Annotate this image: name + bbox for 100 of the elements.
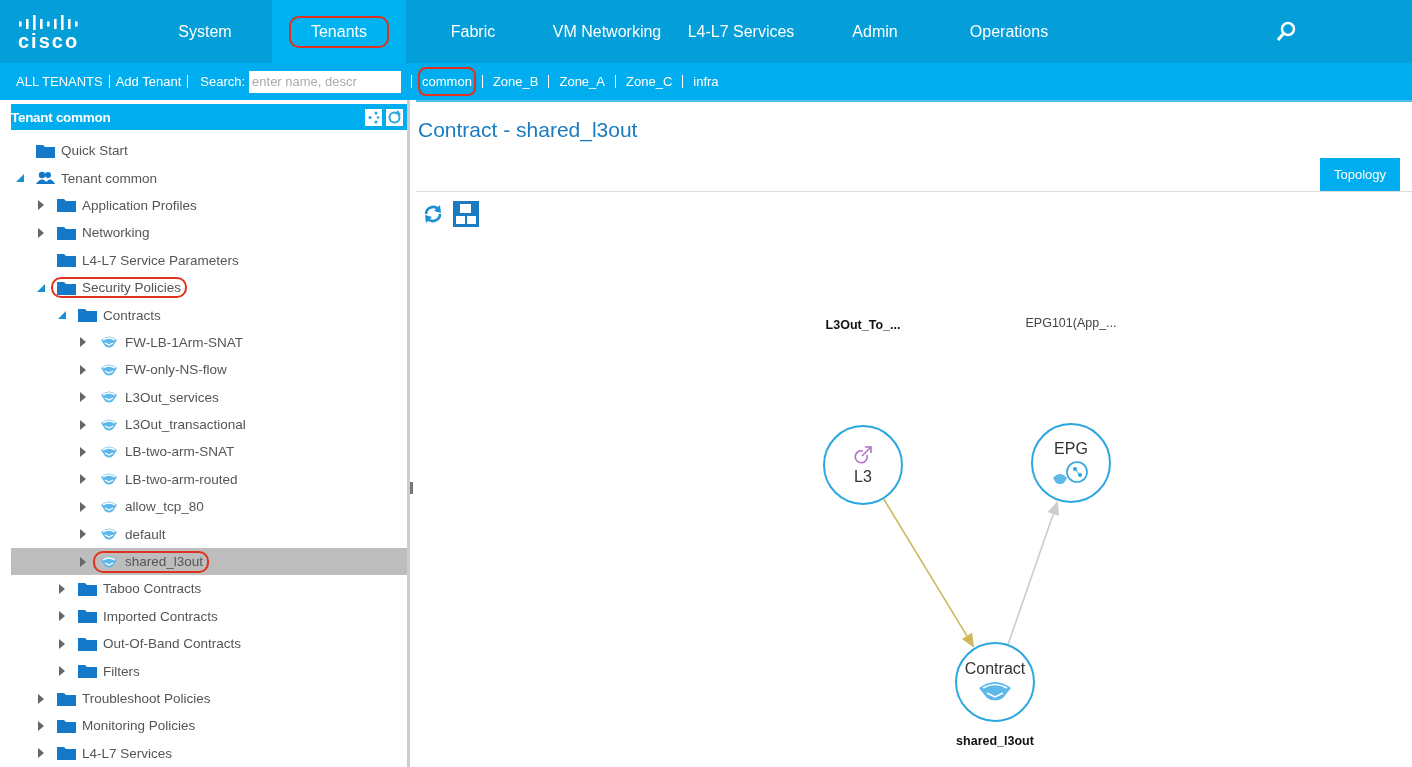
page-title: Contract - shared_l3out [417, 117, 639, 142]
expanded-arrow-icon[interactable] [57, 310, 67, 321]
expanded-arrow-icon[interactable] [15, 173, 25, 184]
tree-label: Imported Contracts [103, 608, 218, 624]
folder-icon [78, 308, 97, 323]
collapsed-arrow-icon[interactable] [36, 693, 46, 704]
tree-row[interactable]: L3Out_transactional [11, 410, 407, 439]
tree-label: Troubleshoot Policies [82, 691, 211, 706]
node-caption: L3Out_To_... [825, 318, 901, 332]
tree-label: FW-LB-1Arm-SNAT [125, 334, 243, 350]
folder-icon [57, 691, 76, 706]
tree-row[interactable]: Tenant common [11, 164, 407, 192]
tree-row[interactable]: Quick Start [11, 137, 407, 165]
external-link-icon [852, 444, 874, 466]
tree-row[interactable]: L4-L7 Service Parameters [11, 246, 407, 274]
tree-label: Quick Start [61, 143, 128, 159]
tree-label: L4-L7 Services [82, 745, 173, 761]
collapsed-arrow-icon[interactable] [78, 447, 88, 457]
tree-label: shared_l3out [125, 554, 204, 570]
tree-label: allow_tcp_80 [125, 499, 204, 515]
topology-node[interactable]: Contract [955, 642, 1035, 722]
tree-label: Contracts [103, 307, 161, 323]
tree-row[interactable]: default [11, 520, 407, 548]
search-field[interactable]: enter name, descr [249, 70, 402, 93]
collapsed-arrow-icon[interactable] [36, 200, 46, 211]
logo-text: cisco [18, 31, 81, 51]
collapsed-arrow-icon[interactable] [78, 419, 88, 430]
tree-label: Security Policies [82, 280, 182, 296]
collapsed-arrow-icon[interactable] [78, 556, 88, 567]
tree-row[interactable]: Application Profiles [11, 191, 407, 220]
collapsed-arrow-icon[interactable] [78, 337, 88, 348]
refresh-icon[interactable] [386, 108, 403, 126]
tree-label: default [125, 526, 166, 542]
search-icon[interactable] [1275, 20, 1297, 43]
tree-label: FW-only-NS-flow [125, 362, 227, 378]
tree-row[interactable]: allow_tcp_80 [11, 493, 407, 521]
layout-icon[interactable] [452, 200, 480, 228]
tree-label: Tenant common [61, 170, 158, 186]
tree-row[interactable]: FW-LB-1Arm-SNAT [11, 328, 407, 357]
folder-icon [57, 280, 76, 295]
topology-node[interactable]: L3 [823, 425, 903, 505]
node-caption: shared_l3out [956, 734, 1034, 748]
collapsed-arrow-icon[interactable] [57, 638, 67, 649]
collapsed-arrow-icon[interactable] [78, 364, 88, 375]
collapsed-arrow-icon[interactable] [78, 529, 88, 540]
tree-row[interactable]: Imported Contracts [11, 602, 407, 631]
folder-icon [57, 746, 76, 761]
tree-row[interactable]: Security Policies [11, 273, 407, 302]
collapsed-arrow-icon[interactable] [78, 392, 88, 403]
tree-row[interactable]: Networking [11, 219, 407, 247]
panel-title: Tenant common [11, 109, 111, 125]
tree-label: LB-two-arm-SNAT [125, 444, 235, 460]
tree-label: Out-Of-Band Contracts [103, 636, 242, 652]
folder-icon [78, 664, 97, 679]
tree-row[interactable]: Troubleshoot Policies [11, 684, 407, 713]
node-label: Contract [964, 660, 1026, 678]
people-icon [36, 171, 55, 186]
tree-row[interactable]: L4-L7 Services [11, 739, 407, 767]
collapsed-arrow-icon[interactable] [57, 666, 67, 677]
tree-label: L3Out_transactional [125, 417, 246, 433]
collapsed-arrow-icon[interactable] [78, 474, 88, 485]
collapsed-arrow-icon[interactable] [57, 611, 67, 622]
tree-row[interactable]: Contracts [11, 301, 407, 329]
tree-row[interactable]: FW-only-NS-flow [11, 356, 407, 384]
collapsed-arrow-icon[interactable] [36, 748, 46, 759]
tree-row[interactable]: Taboo Contracts [11, 575, 407, 603]
tree-label: LB-two-arm-routed [125, 471, 238, 487]
folder-icon [57, 718, 76, 733]
folder-icon [78, 609, 97, 624]
tree-row[interactable]: shared_l3out [11, 547, 407, 576]
search-label: Search: [200, 74, 246, 89]
tree-row[interactable]: LB-two-arm-routed [11, 465, 407, 494]
epg-icon [1051, 460, 1091, 486]
node-label: EPG [1054, 440, 1088, 458]
node-label: L3 [854, 468, 872, 486]
folder-icon [57, 198, 76, 213]
folder-icon [57, 253, 76, 268]
collapsed-arrow-icon[interactable] [78, 501, 88, 512]
tree-label: Monitoring Policies [82, 718, 196, 734]
collapsed-arrow-icon[interactable] [36, 720, 46, 731]
node-caption: EPG101(App_... [1025, 316, 1117, 330]
folder-icon [78, 636, 97, 651]
tree-row[interactable]: L3Out_services [11, 383, 407, 411]
tree-label: Networking [82, 225, 150, 241]
tree-row[interactable]: Monitoring Policies [11, 712, 407, 740]
splitter-handle[interactable] [410, 482, 413, 494]
logo-bars-icon [18, 12, 80, 30]
share-icon[interactable] [365, 108, 382, 126]
tree-label: Taboo Contracts [103, 581, 202, 597]
tree-label: L4-L7 Service Parameters [82, 252, 239, 268]
collapsed-arrow-icon[interactable] [36, 227, 46, 238]
refresh-icon[interactable] [422, 203, 444, 225]
tree-row[interactable]: Out-Of-Band Contracts [11, 630, 407, 658]
tree-label: Filters [103, 663, 140, 679]
tree-row[interactable]: Filters [11, 657, 407, 685]
collapsed-arrow-icon[interactable] [57, 583, 67, 594]
topology-node[interactable]: EPG [1031, 423, 1111, 503]
folder-icon [36, 143, 55, 158]
expanded-arrow-icon[interactable] [36, 282, 46, 293]
tree-row[interactable]: LB-two-arm-SNAT [11, 438, 407, 466]
